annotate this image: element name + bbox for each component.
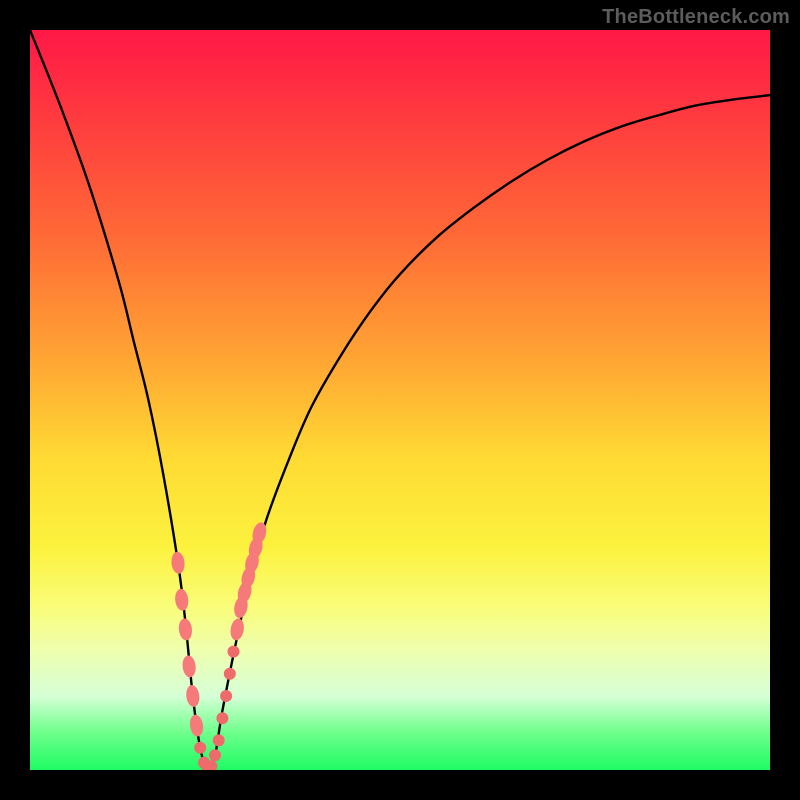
- sample-dot: [189, 714, 205, 738]
- sample-dot: [174, 588, 189, 611]
- plot-area: [30, 30, 770, 770]
- sample-dot: [213, 734, 225, 746]
- sample-dot: [229, 617, 245, 641]
- sample-dot: [220, 690, 232, 702]
- sample-dot: [181, 655, 196, 678]
- bottleneck-curve: [30, 30, 770, 770]
- chart-svg: [30, 30, 770, 770]
- watermark-text: TheBottleneck.com: [602, 6, 790, 29]
- sample-dot: [185, 684, 201, 707]
- sample-dot: [216, 712, 228, 724]
- chart-frame: TheBottleneck.com: [0, 0, 800, 800]
- sample-dot: [209, 749, 221, 761]
- sample-dot: [224, 668, 236, 680]
- sample-dot: [178, 618, 193, 641]
- sample-dot: [228, 646, 240, 658]
- sample-dot: [170, 551, 185, 574]
- sample-dot: [194, 742, 206, 754]
